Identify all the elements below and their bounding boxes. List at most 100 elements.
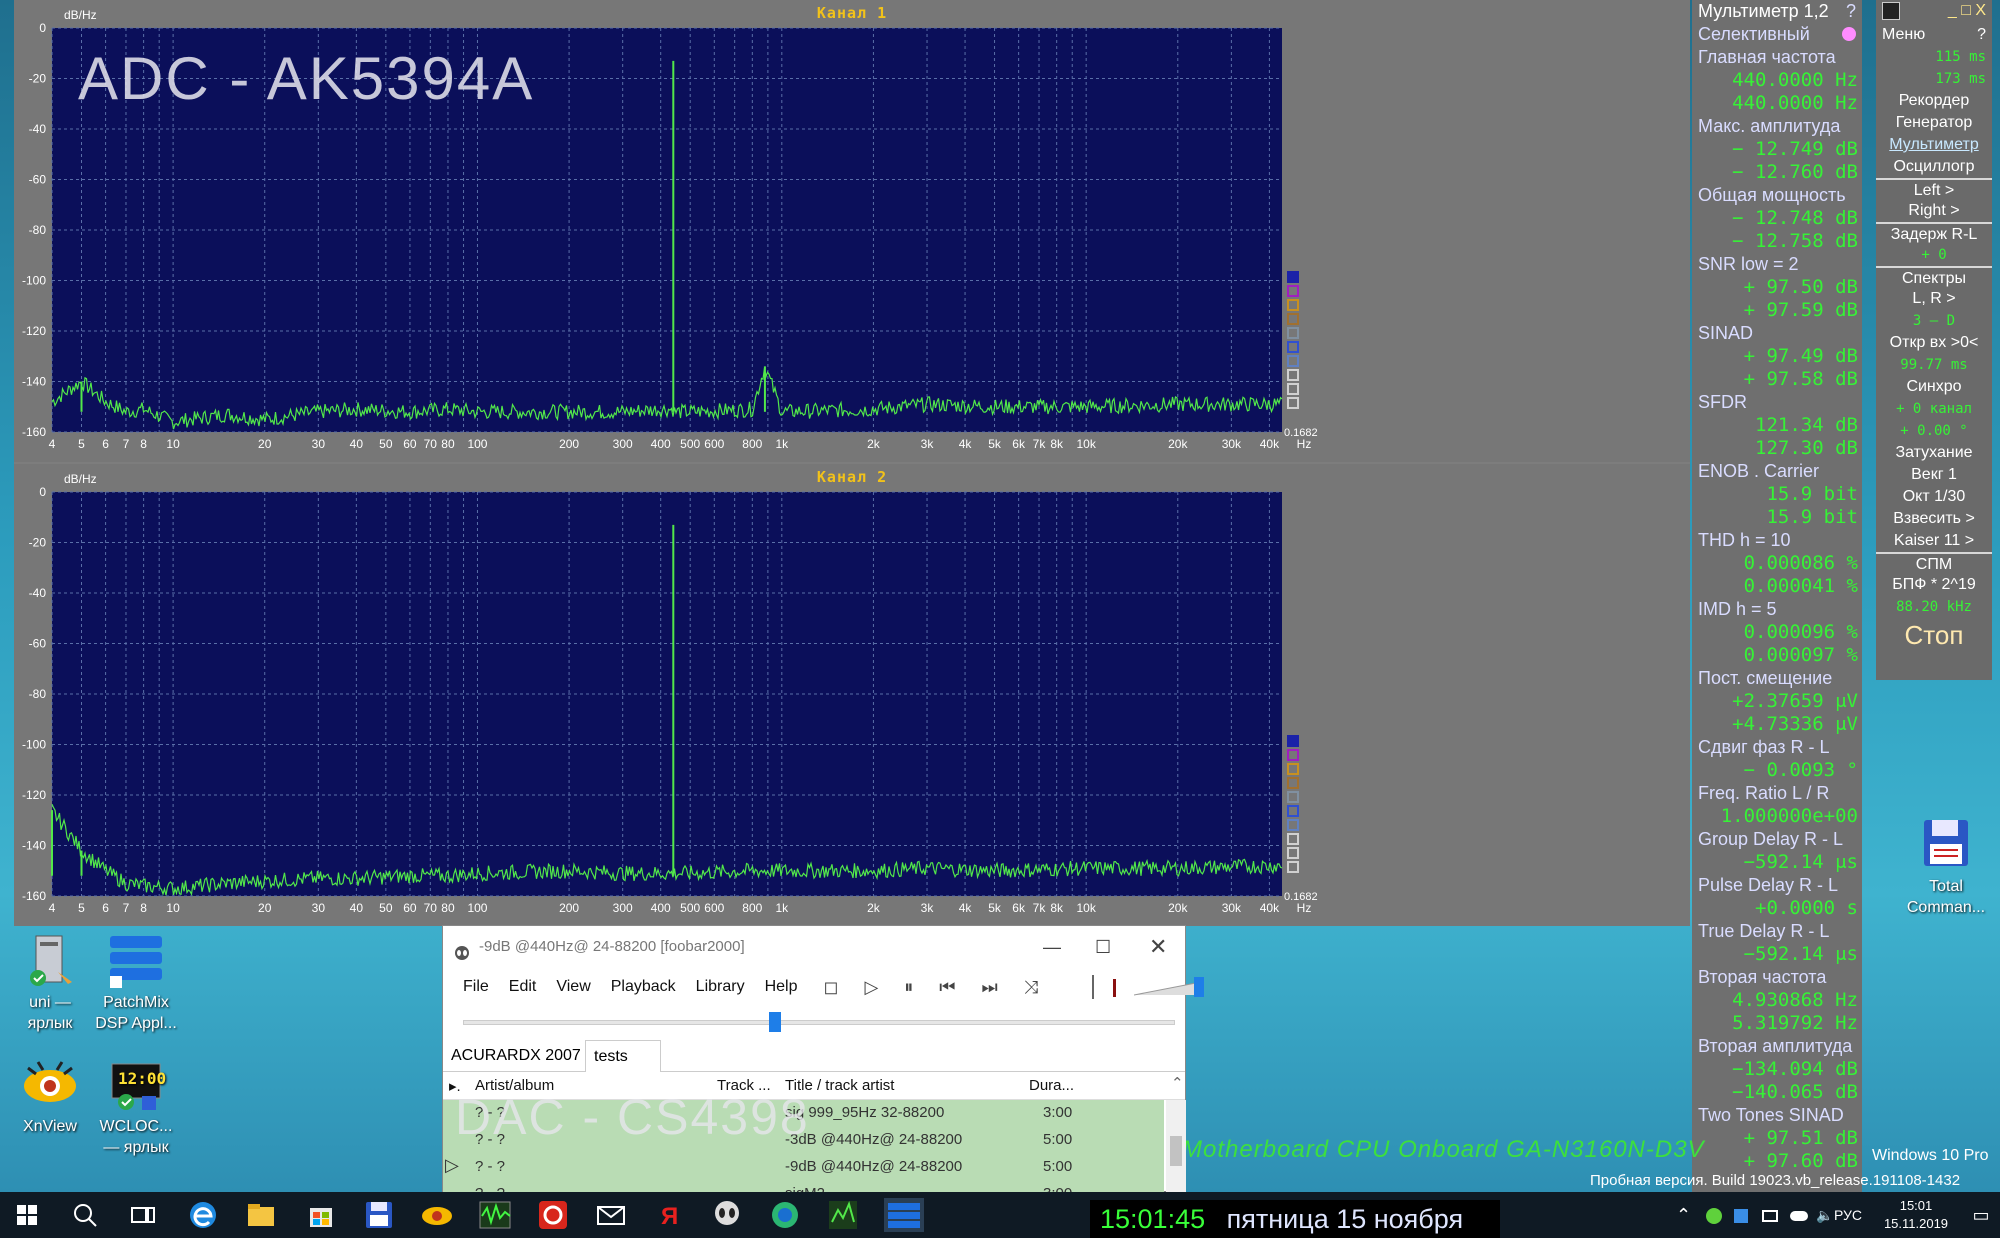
menu-item[interactable]: Спектры [1876,266,1992,288]
edge-icon[interactable] [186,1198,220,1232]
pause-icon[interactable]: ⏸ [904,977,919,997]
close-button[interactable]: X [1975,2,1986,19]
menu-item[interactable]: 3 – D [1876,310,1992,332]
trace-selector-box[interactable] [1287,383,1299,395]
menu-item[interactable]: Откр вх >0< [1876,332,1992,354]
menu-item[interactable]: Left > [1876,178,1992,200]
desktop-icon-xnview[interactable]: XnView [0,1056,100,1137]
scroll-up-icon[interactable]: ⌃ [1171,1074,1184,1092]
volume-slider[interactable] [1133,975,1206,999]
menu-playback[interactable]: Playback [611,978,676,996]
tab-tests[interactable]: tests [585,1040,661,1072]
task-view-icon[interactable] [126,1198,160,1232]
playlist-row-playing[interactable]: ▷ ? - ? -9dB @440Hz@ 24-88200 5:00 [443,1154,1164,1181]
stop-icon[interactable]: ◻ [823,977,844,997]
next-icon[interactable]: ⏭ [981,977,1003,997]
trace-selector-box[interactable] [1287,763,1299,775]
menu-view[interactable]: View [556,978,590,996]
maximize-button[interactable]: □ [1961,2,1971,19]
patchmix-taskbar-icon[interactable] [884,1198,924,1232]
minimize-icon[interactable]: — [1043,926,1061,968]
menu-item[interactable]: Мультиметр [1876,134,1992,156]
trace-selector-box[interactable] [1287,833,1299,845]
search-icon[interactable] [68,1198,102,1232]
column-duration[interactable]: Dura... [1029,1077,1074,1094]
trace-selector-box[interactable] [1287,735,1299,747]
trace-selector-box[interactable] [1287,805,1299,817]
close-icon[interactable]: ✕ [1149,926,1167,968]
seek-bar[interactable] [463,1012,1175,1032]
multimeter-help-button[interactable]: ? [1846,0,1856,23]
menu-help-button[interactable]: ? [1977,24,1986,46]
yandex-icon[interactable]: Я [652,1198,686,1232]
menu-item[interactable]: СПМ [1876,552,1992,574]
menu-item[interactable]: Окт 1/30 [1876,486,1992,508]
trace-selector-box[interactable] [1287,285,1299,297]
trace-selector-box[interactable] [1287,861,1299,873]
menu-item[interactable]: Задерж R-L [1876,222,1992,244]
analyzer-taskbar-icon[interactable] [826,1198,860,1232]
stop-button[interactable]: Стоп [1876,618,1992,650]
floppy-disk-icon[interactable] [362,1198,396,1232]
red-circle-app-icon[interactable] [536,1198,570,1232]
previous-icon[interactable]: ⏮ [939,977,961,997]
random-icon[interactable]: ⤨ [1024,977,1044,997]
trace-selector-box[interactable] [1287,271,1299,283]
xnview-eye-icon[interactable] [420,1198,454,1232]
channel-2-spectrum-plot[interactable]: 0 -20 -40 -60 -80 -100 -120 -140 -1604 5 6 7 8 10 20 30… [14,464,1690,926]
menu-item[interactable]: Kaiser 11 > [1876,530,1992,552]
selective-indicator-icon[interactable] [1842,27,1856,41]
edge-beta-icon[interactable] [768,1198,802,1232]
menu-item[interactable]: Генератор [1876,112,1992,134]
minimize-button[interactable]: _ [1948,2,1957,19]
menu-item[interactable]: + 0 канал [1876,398,1992,420]
trace-selector-box[interactable] [1287,791,1299,803]
trace-selector-box[interactable] [1287,819,1299,831]
menu-item[interactable]: Осциллогр [1876,156,1992,178]
trace-selector-box[interactable] [1287,355,1299,367]
menu-library[interactable]: Library [696,978,745,996]
language-indicator[interactable]: РУС [1826,1192,1870,1238]
menu-item[interactable]: Right > [1876,200,1992,222]
seek-handle[interactable] [769,1012,781,1032]
trace-selector-box[interactable] [1287,341,1299,353]
tray-green-plus-icon[interactable] [1706,1192,1722,1238]
trace-selector-box[interactable] [1287,777,1299,789]
trace-selector-box[interactable] [1287,369,1299,381]
windows-start-icon[interactable] [10,1198,44,1232]
menu-item[interactable]: + 0.00 ° [1876,420,1992,442]
file-explorer-icon[interactable] [244,1198,278,1232]
network-icon[interactable] [1762,1192,1778,1238]
tray-chevron-icon[interactable]: ⌃ [1676,1192,1691,1238]
oscilloscope-app-icon[interactable] [478,1198,512,1232]
menu-item[interactable]: Синхро [1876,376,1992,398]
foobar-alien-icon[interactable] [710,1198,744,1232]
notifications-icon[interactable]: ▭ [1966,1192,1996,1238]
menu-help[interactable]: Help [765,978,798,996]
tray-windows-icon[interactable] [1734,1192,1748,1238]
trace-selector-box[interactable] [1287,327,1299,339]
trace-selector-box[interactable] [1287,847,1299,859]
menu-edit[interactable]: Edit [509,978,537,996]
cloud-icon[interactable] [1790,1192,1808,1238]
desktop-icon-wclock[interactable]: 12:00 WCLOC... — ярлык [86,1056,186,1158]
tray-clock[interactable]: 15:01 15.11.2019 [1870,1192,1962,1238]
menu-item[interactable]: 88.20 kHz [1876,596,1992,618]
menu-item[interactable]: Векг 1 [1876,464,1992,486]
menu-item[interactable]: БПФ * 2^19 [1876,574,1992,596]
trace-selector-box[interactable] [1287,397,1299,409]
trace-selector-box[interactable] [1287,299,1299,311]
menu-item[interactable]: Взвесить > [1876,508,1992,530]
menu-item[interactable]: + 0 [1876,244,1992,266]
playlist-scrollbar[interactable] [1166,1100,1186,1193]
desktop-icon-uni[interactable]: uni — ярлык [0,932,100,1034]
desktop-icon-total-commander[interactable]: Total Comman... [1896,816,1996,918]
mail-icon[interactable] [594,1198,628,1232]
play-icon[interactable]: ▷ [864,977,884,997]
menu-file[interactable]: File [463,978,489,996]
menu-item[interactable]: L, R > [1876,288,1992,310]
menu-label[interactable]: Меню [1882,26,1925,43]
menu-item[interactable]: 99.77 ms [1876,354,1992,376]
trace-selector-box[interactable] [1287,749,1299,761]
menu-item[interactable]: Рекордер [1876,90,1992,112]
